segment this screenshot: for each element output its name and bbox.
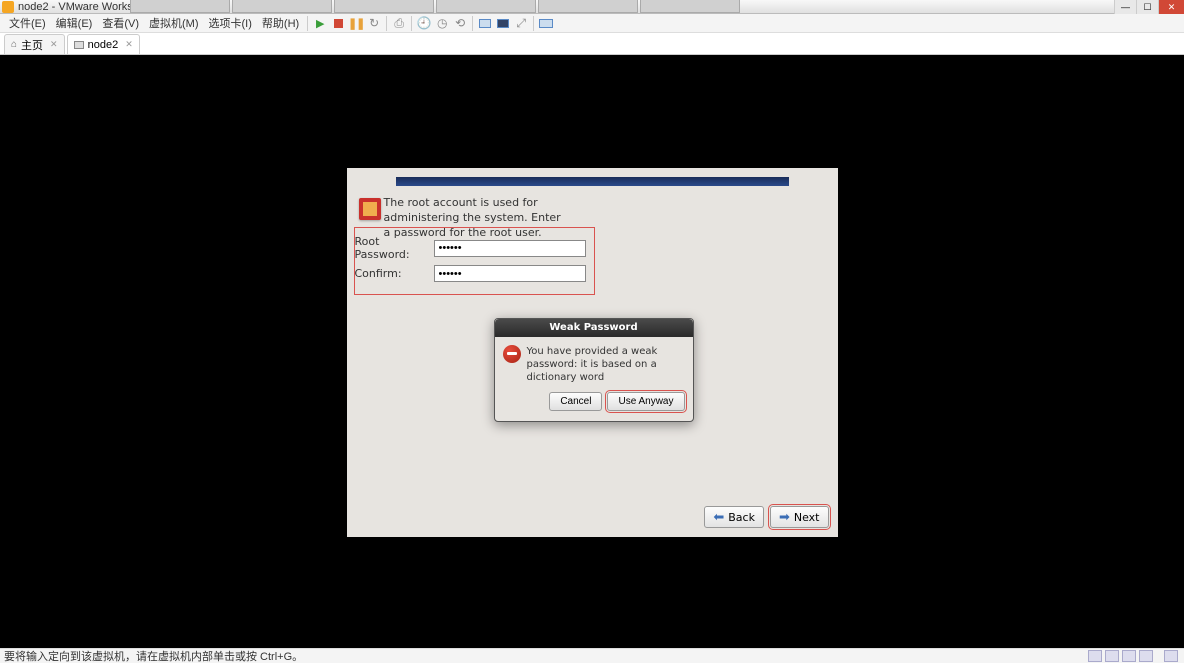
use-anyway-button[interactable]: Use Anyway (607, 392, 684, 411)
next-button[interactable]: ➡ Next (770, 506, 829, 528)
confirm-password-input[interactable] (434, 265, 586, 282)
back-button-label: Back (728, 511, 755, 524)
clock-icon[interactable]: 🕘 (416, 15, 432, 31)
window-titlebar: node2 - VMware Workstation — ☐ ✕ (0, 0, 1184, 14)
device-icon[interactable] (1122, 650, 1136, 662)
arrow-left-icon: ⬅ (713, 510, 724, 525)
menu-tabs[interactable]: 选项卡(I) (204, 13, 257, 33)
device-icon[interactable] (1164, 650, 1178, 662)
snapshot-manager-icon[interactable]: ◷ (434, 15, 450, 31)
tab-node2-label: node2 (88, 39, 119, 51)
snapshot-icon[interactable]: ⎙ (391, 15, 407, 31)
arrow-right-icon: ➡ (779, 510, 790, 525)
root-user-icon (359, 198, 381, 220)
close-tab-icon[interactable]: ✕ (50, 39, 58, 50)
restart-icon[interactable]: ↻ (366, 15, 382, 31)
tab-home-label: 主页 (21, 37, 43, 53)
menu-file[interactable]: 文件(E) (4, 13, 51, 33)
error-icon (503, 345, 521, 363)
revert-icon[interactable]: ⟲ (452, 15, 468, 31)
unity-icon[interactable]: ⤢ (513, 15, 529, 31)
password-fields-highlight: Root Password: Confirm: (355, 228, 594, 294)
status-device-icons (1088, 650, 1178, 662)
confirm-password-label: Confirm: (355, 267, 434, 280)
status-message: 要将输入定向到该虚拟机，请在虚拟机内部单击或按 Ctrl+G。 (4, 648, 303, 664)
menu-edit[interactable]: 编辑(E) (51, 13, 98, 33)
minimize-button[interactable]: — (1114, 0, 1136, 14)
tab-home[interactable]: ⌂ 主页 ✕ (4, 34, 65, 54)
menu-toolbar: 文件(E) 编辑(E) 查看(V) 虚拟机(M) 选项卡(I) 帮助(H) ▶ … (0, 14, 1184, 33)
menu-help[interactable]: 帮助(H) (257, 13, 304, 33)
dialog-message: You have provided a weak password: it is… (527, 345, 685, 384)
root-password-label: Root Password: (355, 235, 434, 261)
stop-icon[interactable] (330, 15, 346, 31)
vm-icon (74, 41, 84, 49)
console-view-icon[interactable] (477, 15, 493, 31)
vm-display[interactable]: The root account is used for administeri… (0, 55, 1184, 648)
back-button[interactable]: ⬅ Back (704, 506, 764, 528)
play-icon[interactable]: ▶ (312, 15, 328, 31)
next-button-label: Next (794, 511, 820, 524)
close-tab-icon[interactable]: ✕ (125, 39, 133, 50)
close-button[interactable]: ✕ (1158, 0, 1184, 14)
device-icon[interactable] (1139, 650, 1153, 662)
background-browser-tabs (130, 0, 740, 14)
anaconda-installer-panel: The root account is used for administeri… (347, 168, 838, 537)
dialog-title: Weak Password (495, 319, 693, 337)
menu-vm[interactable]: 虚拟机(M) (144, 13, 204, 33)
device-icon[interactable] (1088, 650, 1102, 662)
installer-header-bar (396, 177, 789, 186)
tab-node2[interactable]: node2 ✕ (67, 34, 140, 54)
root-password-input[interactable] (434, 240, 586, 257)
library-icon[interactable] (538, 15, 554, 31)
tab-bar: ⌂ 主页 ✕ node2 ✕ (0, 33, 1184, 55)
app-icon (2, 1, 14, 13)
fullscreen-icon[interactable] (495, 15, 511, 31)
maximize-button[interactable]: ☐ (1136, 0, 1158, 14)
menu-view[interactable]: 查看(V) (97, 13, 144, 33)
device-icon[interactable] (1105, 650, 1119, 662)
cancel-button[interactable]: Cancel (549, 392, 602, 411)
pause-icon[interactable]: ❚❚ (348, 15, 364, 31)
weak-password-dialog: Weak Password You have provided a weak p… (494, 318, 694, 422)
home-icon: ⌂ (11, 39, 17, 50)
status-bar: 要将输入定向到该虚拟机，请在虚拟机内部单击或按 Ctrl+G。 (0, 648, 1184, 663)
